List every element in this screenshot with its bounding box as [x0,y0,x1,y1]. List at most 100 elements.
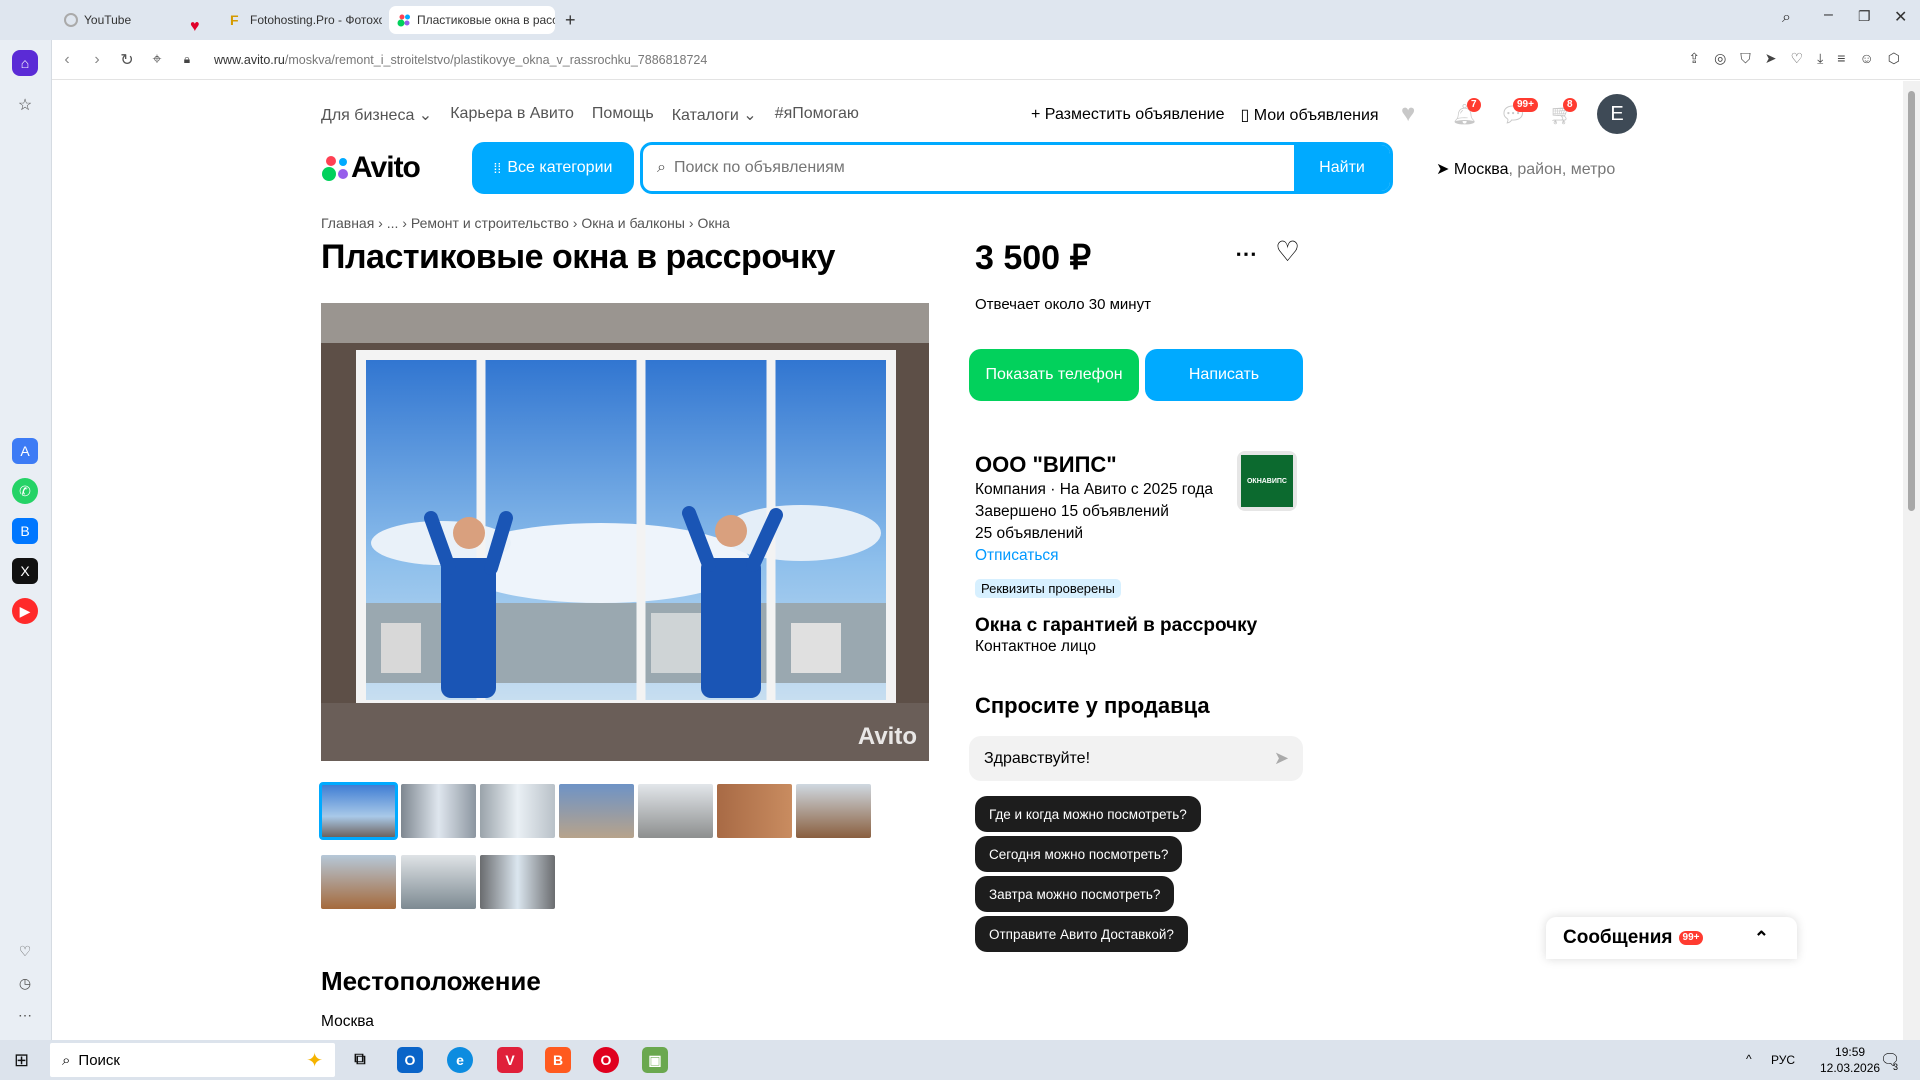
nav-help[interactable]: Помощь [592,105,654,125]
extensions-icon[interactable]: ⬡ [1888,50,1900,67]
bookmark-heart-icon[interactable]: ♡ [1791,50,1804,67]
seller-completed: Завершено 15 объявлений [975,503,1169,520]
windows-start-icon[interactable]: ⊞ [14,1050,29,1071]
search-button[interactable]: Найти [1294,145,1390,191]
share-icon[interactable]: ⇪ [1688,50,1700,67]
avito-logo[interactable]: Avito [321,151,421,185]
avatar[interactable]: E [1597,94,1637,134]
send-message-icon[interactable]: ➤ [1274,748,1289,769]
clock[interactable]: 19:59 12.03.2026 [1820,1044,1880,1076]
tab-fotohosting[interactable]: F Fotohosting.Pro - Фотохо [222,6,382,34]
whatsapp-icon[interactable]: ✆ [12,478,38,504]
aria-icon[interactable]: A [12,438,38,464]
pin-icon[interactable]: ☆ [12,92,38,118]
task-view-icon[interactable]: ⧉ [347,1047,373,1073]
close-icon[interactable]: ✕ [1894,7,1907,27]
thumbnail[interactable] [480,784,555,838]
favorites-icon[interactable]: ♥ [1401,100,1415,128]
all-categories-button[interactable]: ⁞⁞ Все категории [472,142,634,194]
crumb-repair[interactable]: Ремонт и строительство [411,215,569,231]
outlook-icon[interactable]: O [397,1047,423,1073]
quick-question-chip[interactable]: Отправите Авито Доставкой? [975,916,1188,952]
minimize-icon[interactable]: – [1824,6,1833,24]
history-icon[interactable]: ◷ [12,970,38,996]
seller-name[interactable]: ООО "ВИПС" [975,451,1213,479]
nav-business[interactable]: Для бизнеса ⌄ [321,105,432,125]
crumb-windows[interactable]: Окна [697,215,730,231]
more-options-icon[interactable]: ⋯ [1235,241,1257,267]
chevron-up-icon[interactable]: ⌃ [1754,928,1769,949]
vk-icon[interactable]: В [12,518,38,544]
forward-icon[interactable]: › [82,51,112,69]
vivaldi-icon[interactable]: V [497,1047,523,1073]
reload-icon[interactable]: ↻ [112,50,142,70]
tab-avito[interactable]: Пластиковые окна в расс [389,6,555,34]
thumbnail[interactable] [638,784,713,838]
thumbnail[interactable] [717,784,792,838]
main-photo[interactable]: Avito [321,303,929,761]
thumbnail[interactable] [796,784,871,838]
more-icon[interactable]: ⋯ [12,1002,38,1028]
seller-ads-count[interactable]: 25 объявлений [975,523,1213,545]
quick-question-chip[interactable]: Завтра можно посмотреть? [975,876,1175,912]
thumbnail[interactable] [319,782,398,840]
send-icon[interactable]: ➤ [1765,50,1777,67]
post-ad-link[interactable]: + Разместить объявление [1031,106,1225,124]
ask-input[interactable]: Здравствуйте! ➤ [969,736,1303,781]
download-icon[interactable]: ⤓ [1817,50,1823,67]
crumb-home[interactable]: Главная [321,215,374,231]
tray-chevron-icon[interactable]: ^ [1746,1052,1752,1066]
thumbnail[interactable] [321,855,396,909]
scrollbar[interactable] [1903,81,1920,1040]
cart-badge: 8 [1563,98,1577,112]
back-icon[interactable]: ‹ [52,51,82,69]
edge-icon[interactable]: e [447,1047,473,1073]
unsubscribe-link[interactable]: Отписаться [975,547,1059,564]
maximize-icon[interactable]: ❐ [1858,8,1871,25]
url-field[interactable]: www.avito.ru/moskva/remont_i_stroitelstv… [214,53,707,67]
shield-icon[interactable]: ⛉ [1740,50,1751,67]
language-indicator[interactable]: РУС [1771,1053,1795,1067]
x-icon[interactable]: X [12,558,38,584]
favorite-heart-icon[interactable]: ♡ [1275,235,1300,268]
quick-question-chip[interactable]: Сегодня можно посмотреть? [975,836,1183,872]
scrollbar-thumb[interactable] [1908,91,1915,511]
profile-icon[interactable]: ☺ [1859,50,1873,67]
search-input[interactable] [665,145,1294,191]
home-icon[interactable]: ⌂ [12,50,38,76]
quick-question-chip[interactable]: Где и когда можно посмотреть? [975,796,1201,832]
heart-icon[interactable]: ♡ [12,938,38,964]
location-text: Москва [321,1013,374,1030]
nav-ihelp[interactable]: #яПомогаю [775,105,859,125]
camera-icon[interactable]: ◎ [1714,50,1726,67]
thumbnail[interactable] [480,855,555,909]
brave-icon[interactable]: B [545,1047,571,1073]
address-bar: ‹ › ↻ ⌖ 🔒︎ www.avito.ru/moskva/remont_i_… [52,40,1920,80]
tab-search-icon[interactable]: ⌕ [1782,9,1791,27]
messages-widget[interactable]: Сообщения 99+ ⌃ [1546,917,1797,959]
copilot-sparkle-icon: ✦ [306,1049,323,1072]
nav-catalogs[interactable]: Каталоги ⌄ [672,105,757,125]
lock-icon[interactable]: 🔒︎ [172,52,202,67]
thumbnail[interactable] [401,784,476,838]
taskbar-search[interactable]: ⌕ Поиск ✦ [50,1043,335,1077]
thumbnail[interactable] [401,855,476,909]
write-button[interactable]: Написать [1145,349,1303,401]
seller-logo[interactable]: ОКНАВИПС [1237,451,1297,511]
game-icon[interactable]: ▣ [642,1047,668,1073]
location-pin-icon[interactable]: ⌖ [142,51,172,69]
new-tab-icon[interactable]: + [565,10,576,31]
crumb-windows-balconies[interactable]: Окна и балконы [581,215,685,231]
nav-career[interactable]: Карьера в Авито [450,105,574,125]
crumb-ellipsis[interactable]: ... [387,215,399,231]
tab-youtube[interactable]: YouTube [56,6,194,34]
location-selector[interactable]: ➤ Москва, район, метро [1436,159,1615,179]
price: 3 500 ₽ [975,239,1092,277]
music-player-icon[interactable]: ▶ [12,598,38,624]
easy-setup-icon[interactable]: ≡ [1837,50,1845,67]
opera-icon[interactable]: O [593,1047,619,1073]
thumbnail[interactable] [559,784,634,838]
show-phone-button[interactable]: Показать телефон [969,349,1139,401]
my-ads-link[interactable]: ▯ Мои объявления [1241,105,1379,125]
taskbar-search-label: Поиск [78,1051,120,1069]
